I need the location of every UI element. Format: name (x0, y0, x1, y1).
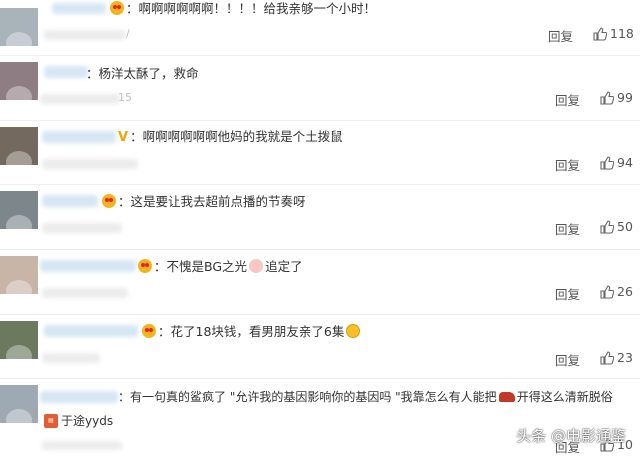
heart-eyes-emoji-icon (142, 324, 156, 338)
comment-item: ：有一句真的鲨疯了 "允许我的基因影响你的基因吗 "我靠怎么有人能把 开得这么清新… (0, 379, 640, 459)
reply-button[interactable]: 回复 (555, 90, 580, 109)
avatar[interactable] (0, 8, 38, 46)
red-tag-icon: ▤ (44, 414, 58, 428)
heart-eyes-emoji-icon (102, 194, 116, 208)
avatar[interactable] (0, 385, 38, 423)
reply-button[interactable]: 回复 (555, 284, 580, 303)
comment-text-line: ：这是要让我去超前点播的节奏呀 (100, 193, 306, 211)
reply-button[interactable]: 回复 (555, 219, 580, 238)
timestamp-blurred (42, 353, 100, 363)
username-blurred[interactable] (44, 325, 138, 337)
username-blurred[interactable] (44, 66, 88, 78)
comment-item: ：不愧是BG之光 追定了 回复 26 (0, 250, 640, 310)
avatar[interactable] (0, 62, 38, 100)
comment-text-line: ：有一句真的鲨疯了 "允许我的基因影响你的基因吗 "我靠怎么有人能把 开得这么清新… (118, 390, 613, 404)
avatar[interactable] (0, 256, 38, 294)
comment-text-line: ：啊啊啊啊啊啊！！！！给我亲够一个小时！ (108, 0, 376, 18)
like-count: 99 (617, 90, 633, 105)
timestamp-blurred (42, 159, 138, 169)
comment-text: 有一句真的鲨疯了 "允许我的基因影响你的基因吗 "我靠怎么有人能把 (130, 390, 497, 404)
timestamp-blurred (44, 30, 126, 40)
car-icon (498, 392, 515, 402)
timestamp-blurred (42, 223, 122, 233)
avatar[interactable] (0, 321, 38, 359)
comment-text-line: ：杨洋太酥了，救命 (86, 66, 199, 81)
comment-item: ：杨洋太酥了，救命 15 回复 99 (0, 56, 640, 120)
thumbs-up-icon (600, 285, 615, 299)
username-blurred[interactable] (42, 131, 116, 143)
timestamp-blurred (42, 441, 122, 450)
username-blurred[interactable] (40, 391, 118, 403)
watermark: 头条 @电影通鉴 (516, 427, 626, 445)
comment-text-line: ：不愧是BG之光 追定了 (136, 258, 303, 276)
like-button[interactable]: 50 (600, 219, 633, 234)
comment-text: 花了18块钱，看男朋友亲了6集 (170, 324, 345, 339)
comment-text: 啊啊啊啊啊啊他妈的我就是个土拨鼠 (142, 129, 343, 144)
verified-badge-icon: V (118, 130, 129, 145)
avatar[interactable] (0, 191, 38, 229)
like-button[interactable]: 94 (600, 155, 633, 170)
reply-button[interactable]: 回复 (548, 26, 573, 45)
heart-eyes-emoji-icon (110, 1, 124, 15)
reply-button[interactable]: 回复 (555, 155, 580, 174)
thumbs-up-icon (600, 220, 615, 234)
comment-item: V ：啊啊啊啊啊啊他妈的我就是个土拨鼠 回复 94 (0, 121, 640, 181)
like-count: 26 (617, 284, 633, 299)
like-count: 23 (617, 350, 633, 365)
laugh-emoji-icon (346, 324, 361, 338)
like-button[interactable]: 23 (600, 350, 633, 365)
comment-text: 杨洋太酥了，救命 (98, 66, 199, 81)
thumbs-up-icon (600, 91, 615, 105)
timestamp-fragment: 15 (118, 91, 132, 104)
timestamp-fragment: / (126, 27, 130, 40)
thumbs-up-icon (600, 351, 615, 365)
avatar[interactable] (0, 127, 38, 165)
timestamp-blurred (40, 94, 120, 104)
comment-item: ：啊啊啊啊啊啊！！！！给我亲够一个小时！ / 回复 118 (0, 0, 640, 50)
comment-list: ：啊啊啊啊啊啊！！！！给我亲够一个小时！ / 回复 118 ：杨洋太酥了，救命 … (0, 0, 640, 459)
comment-text-2: 于途yyds (61, 414, 114, 428)
like-button[interactable]: 99 (600, 90, 633, 105)
username-blurred[interactable] (40, 260, 136, 272)
thumbs-up-icon (593, 27, 608, 41)
heart-eyes-emoji-icon (138, 259, 152, 273)
comment-text-cont: 开得这么清新脱俗 (516, 390, 613, 404)
like-count: 50 (617, 219, 633, 234)
blush-emoji-icon (249, 259, 264, 273)
like-count: 118 (610, 26, 634, 41)
comment-text-line: V ：啊啊啊啊啊啊他妈的我就是个土拨鼠 (118, 129, 343, 145)
thumbs-up-icon (600, 156, 615, 170)
like-count: 94 (617, 155, 633, 170)
comment-item: ：这是要让我去超前点播的节奏呀 回复 50 (0, 185, 640, 245)
comment-text-tail: 追定了 (265, 259, 303, 274)
reply-button[interactable]: 回复 (555, 350, 580, 369)
username-blurred[interactable] (42, 195, 98, 207)
comment-text-line: ：花了18块钱，看男朋友亲了6集 (140, 323, 362, 341)
username-blurred[interactable] (52, 3, 106, 14)
comment-text: 啊啊啊啊啊啊！！！！给我亲够一个小时！ (138, 1, 377, 16)
comment-text: 不愧是BG之光 (166, 259, 248, 274)
comment-item: ：花了18块钱，看男朋友亲了6集 回复 23 (0, 315, 640, 375)
timestamp-blurred (42, 288, 128, 298)
like-button[interactable]: 26 (600, 284, 633, 299)
like-button[interactable]: 118 (593, 26, 634, 41)
comment-text-line-2: 于途yyds (61, 412, 113, 430)
comment-text: 这是要让我去超前点播的节奏呀 (130, 194, 306, 209)
